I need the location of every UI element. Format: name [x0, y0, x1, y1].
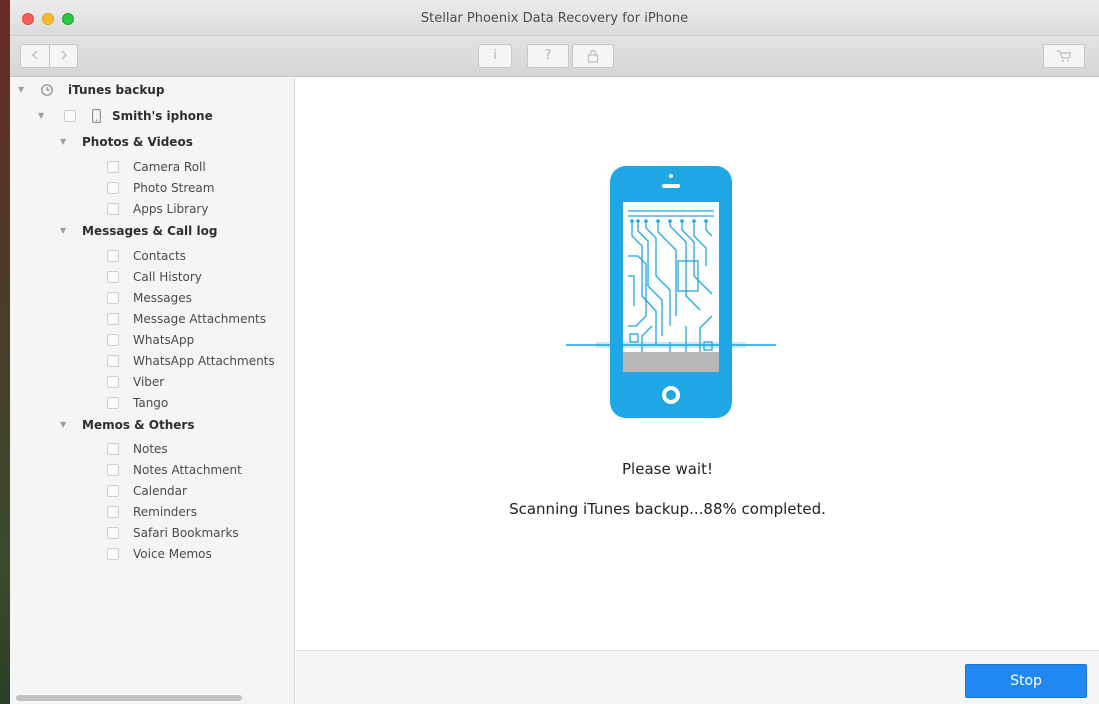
source-tree-panel: ▼ iTunes backup ▼ Smith's iphone ▼ Photo…	[10, 78, 295, 704]
item-checkbox[interactable]	[107, 355, 119, 367]
desktop-edge	[0, 0, 10, 704]
lock-button[interactable]	[572, 44, 614, 68]
item-label: Apps Library	[133, 202, 209, 216]
group-label: Photos & Videos	[82, 135, 193, 149]
wait-message: Please wait!	[622, 460, 713, 478]
tree-root[interactable]: ▼ iTunes backup	[10, 80, 295, 100]
chevron-left-icon	[31, 50, 38, 60]
item-label: Voice Memos	[133, 547, 212, 561]
disclosure-triangle-icon[interactable]: ▼	[60, 221, 66, 241]
tree-item[interactable]: Safari Bookmarks	[10, 523, 295, 543]
item-checkbox[interactable]	[107, 443, 119, 455]
item-checkbox[interactable]	[107, 506, 119, 518]
tree-item[interactable]: Viber	[10, 372, 295, 392]
item-checkbox[interactable]	[107, 376, 119, 388]
item-label: Call History	[133, 270, 202, 284]
tree-item[interactable]: WhatsApp	[10, 330, 295, 350]
tree-item[interactable]: Reminders	[10, 502, 295, 522]
tree-item[interactable]: WhatsApp Attachments	[10, 351, 295, 371]
info-icon: i	[493, 48, 497, 63]
chevron-right-icon	[61, 50, 68, 60]
tree-group-messages[interactable]: ▼ Messages & Call log	[10, 221, 295, 241]
tree-device[interactable]: ▼ Smith's iphone	[10, 106, 295, 126]
window-title: Stellar Phoenix Data Recovery for iPhone	[420, 11, 689, 26]
tree-item[interactable]: Camera Roll	[10, 157, 295, 177]
back-button[interactable]	[21, 45, 49, 67]
info-button[interactable]: i	[478, 44, 512, 68]
item-checkbox[interactable]	[107, 250, 119, 262]
iphone-icon	[92, 109, 101, 123]
tree-item[interactable]: Notes Attachment	[10, 460, 295, 480]
tree-item[interactable]: Notes	[10, 439, 295, 459]
disclosure-triangle-icon[interactable]: ▼	[60, 415, 66, 435]
action-bar: Stop	[296, 650, 1099, 704]
item-checkbox[interactable]	[107, 203, 119, 215]
help-button[interactable]: ?	[527, 44, 569, 68]
phone-scan-icon	[566, 166, 776, 418]
item-label: Messages	[133, 291, 192, 305]
disclosure-triangle-icon[interactable]: ▼	[38, 106, 44, 126]
tree-item[interactable]: Calendar	[10, 481, 295, 501]
item-checkbox[interactable]	[107, 548, 119, 560]
item-label: Safari Bookmarks	[133, 526, 239, 540]
tree-item[interactable]: Message Attachments	[10, 309, 295, 329]
scan-progress-panel: Please wait! Scanning iTunes backup...88…	[296, 78, 1099, 704]
group-label: Messages & Call log	[82, 224, 218, 238]
tree-item[interactable]: Contacts	[10, 246, 295, 266]
item-label: Contacts	[133, 249, 186, 263]
item-label: WhatsApp	[133, 333, 195, 347]
item-label: Calendar	[133, 484, 187, 498]
item-label: Message Attachments	[133, 312, 267, 326]
item-checkbox[interactable]	[107, 464, 119, 476]
horizontal-scrollbar[interactable]	[16, 695, 242, 701]
item-checkbox[interactable]	[107, 292, 119, 304]
disclosure-triangle-icon[interactable]: ▼	[60, 132, 66, 152]
item-label: WhatsApp Attachments	[133, 354, 275, 368]
lock-icon	[587, 49, 599, 63]
cart-button[interactable]	[1043, 44, 1085, 68]
scan-status-message: Scanning iTunes backup...88% completed.	[509, 500, 826, 518]
tree-group-memos[interactable]: ▼ Memos & Others	[10, 415, 295, 435]
help-icon: ?	[544, 48, 552, 63]
item-label: Viber	[133, 375, 165, 389]
item-checkbox[interactable]	[107, 182, 119, 194]
item-checkbox[interactable]	[107, 334, 119, 346]
cart-icon	[1057, 50, 1072, 62]
item-label: Camera Roll	[133, 160, 206, 174]
device-checkbox[interactable]	[64, 110, 76, 122]
item-label: Tango	[133, 396, 169, 410]
tree-item[interactable]: Call History	[10, 267, 295, 287]
tree-item[interactable]: Tango	[10, 393, 295, 413]
item-checkbox[interactable]	[107, 313, 119, 325]
tree-item[interactable]: Photo Stream	[10, 178, 295, 198]
item-checkbox[interactable]	[107, 271, 119, 283]
stop-button[interactable]: Stop	[965, 664, 1087, 698]
tree-item[interactable]: Messages	[10, 288, 295, 308]
item-label: Reminders	[133, 505, 197, 519]
tree-item[interactable]: Voice Memos	[10, 544, 295, 564]
tree-root-label: iTunes backup	[68, 83, 165, 97]
group-label: Memos & Others	[82, 418, 195, 432]
item-checkbox[interactable]	[107, 527, 119, 539]
item-checkbox[interactable]	[107, 397, 119, 409]
disclosure-triangle-icon[interactable]: ▼	[18, 80, 24, 100]
app-window: Stellar Phoenix Data Recovery for iPhone…	[10, 0, 1099, 704]
tree-group-photos[interactable]: ▼ Photos & Videos	[10, 132, 295, 152]
backup-icon	[41, 84, 53, 96]
title-bar: Stellar Phoenix Data Recovery for iPhone	[10, 0, 1099, 36]
item-label: Notes Attachment	[133, 463, 242, 477]
item-checkbox[interactable]	[107, 485, 119, 497]
item-label: Photo Stream	[133, 181, 215, 195]
forward-button[interactable]	[50, 45, 78, 67]
toolbar: i ?	[10, 36, 1099, 77]
tree-item[interactable]: Apps Library	[10, 199, 295, 219]
item-checkbox[interactable]	[107, 161, 119, 173]
nav-buttons	[20, 44, 78, 68]
item-label: Notes	[133, 442, 168, 456]
device-label: Smith's iphone	[112, 109, 213, 123]
